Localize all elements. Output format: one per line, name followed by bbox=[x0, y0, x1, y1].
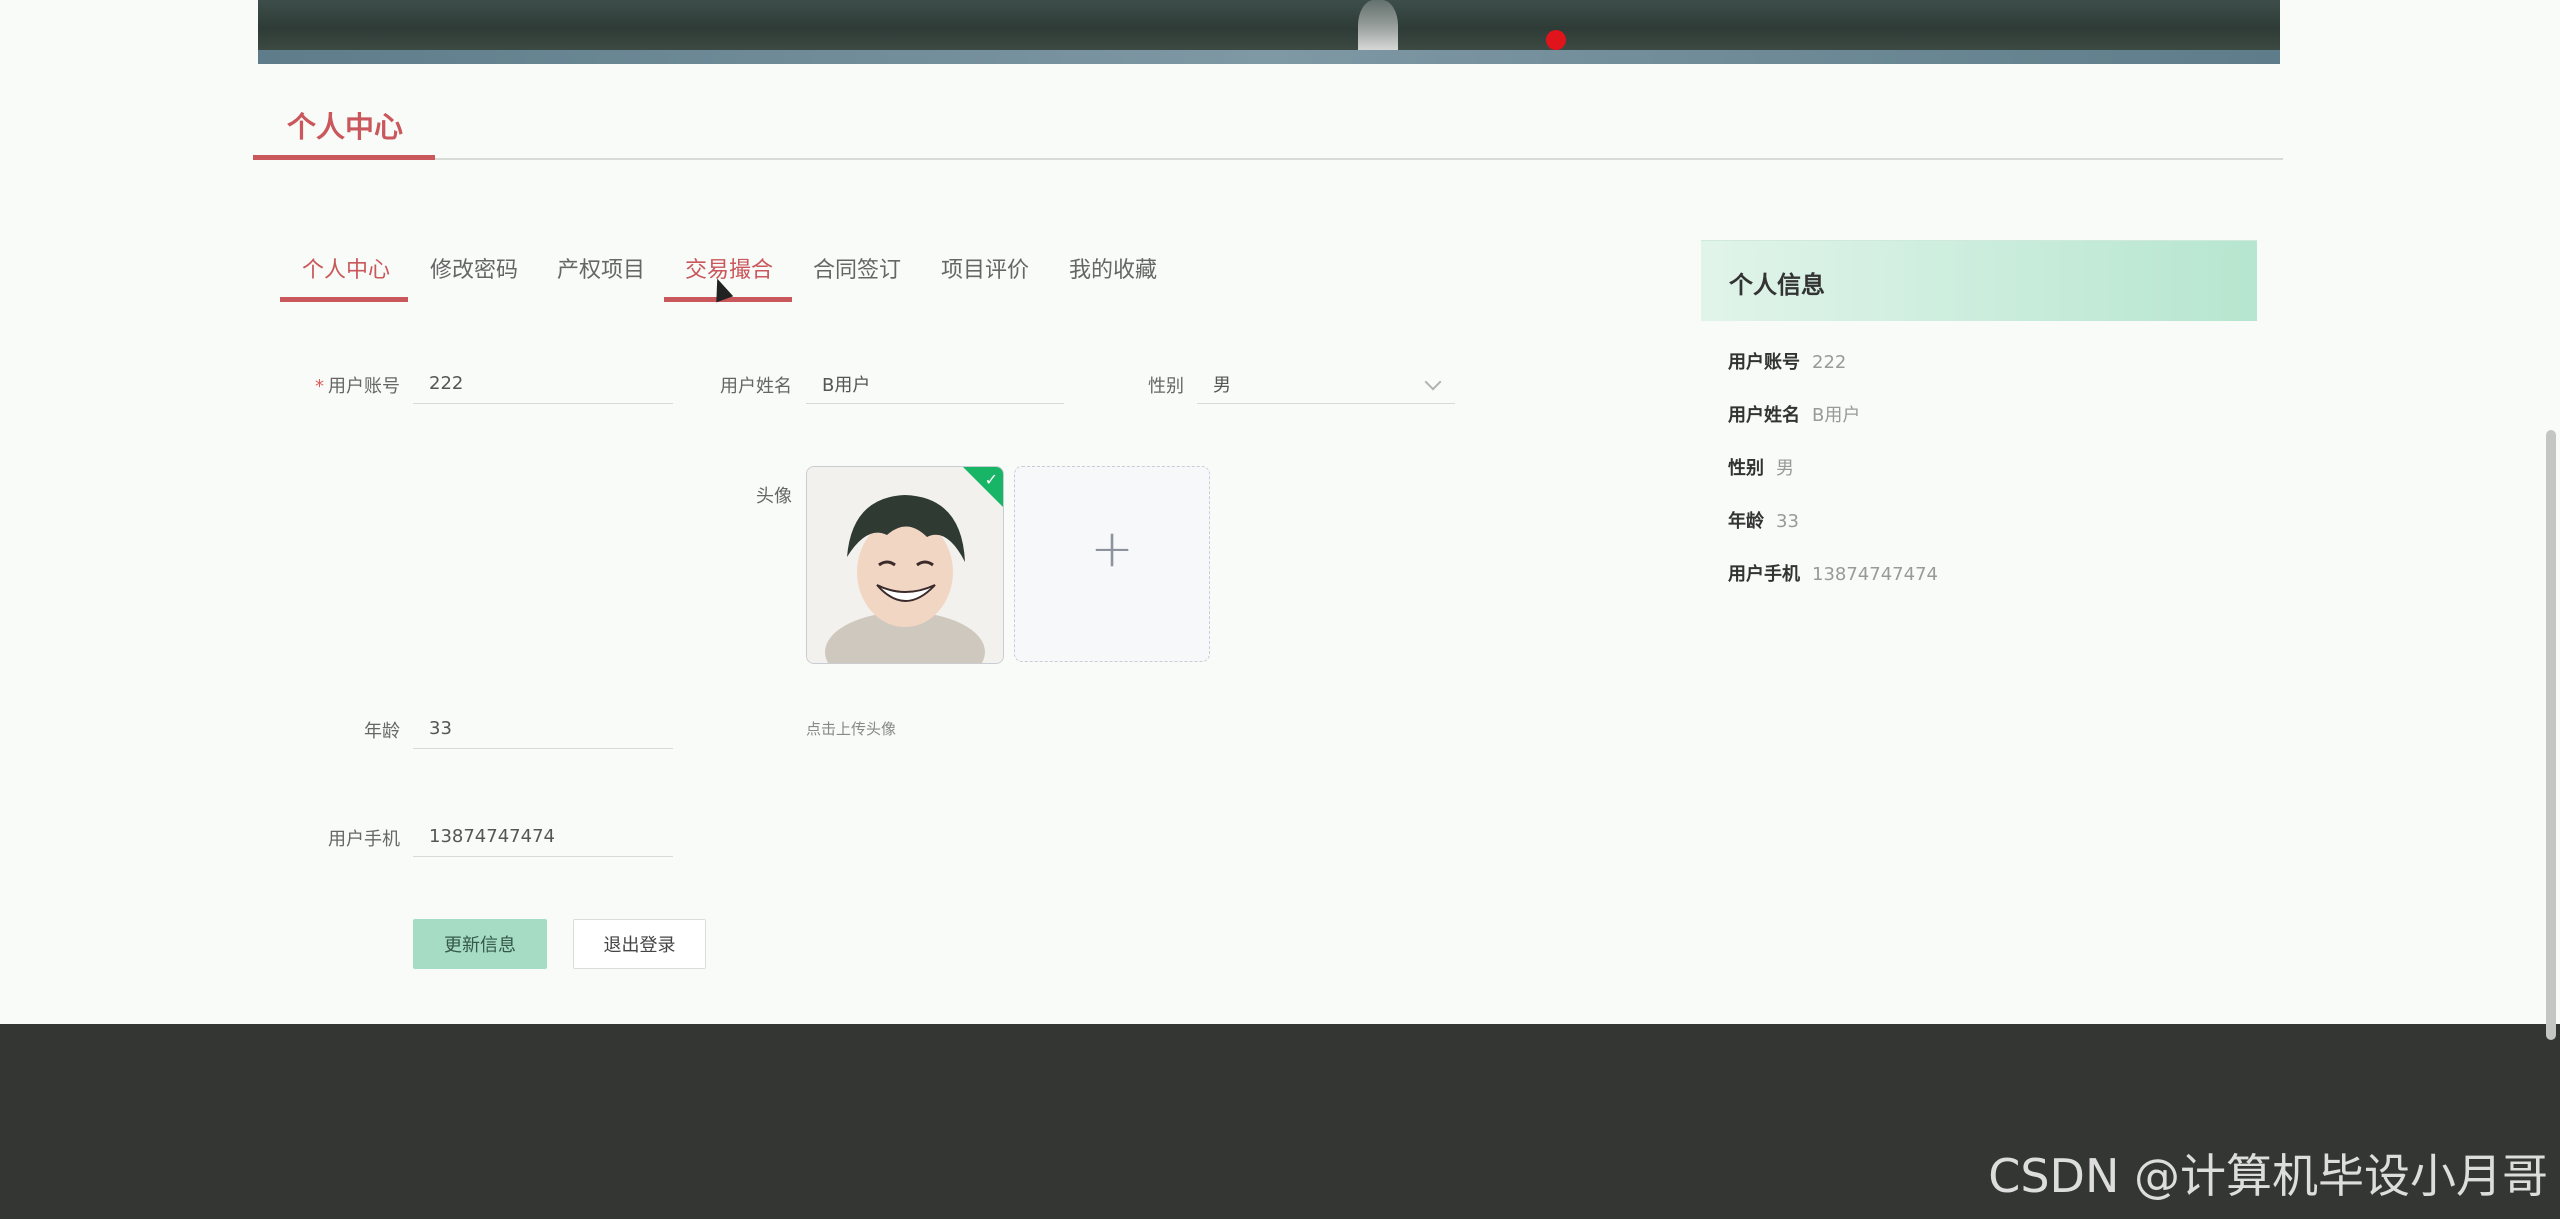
avatar-image[interactable]: ✓ bbox=[806, 466, 1004, 664]
avatar-upload-button[interactable]: + bbox=[1014, 466, 1210, 662]
tab-my-favorites[interactable]: 我的收藏 bbox=[1069, 252, 1157, 284]
tab-personal-center[interactable]: 个人中心 bbox=[302, 252, 390, 284]
title-divider bbox=[253, 158, 2283, 160]
tab-trade-matching[interactable]: 交易撮合 bbox=[685, 252, 773, 284]
info-row: 用户手机 13874747474 bbox=[1728, 564, 1938, 585]
active-tab-indicator bbox=[280, 297, 408, 302]
phone-label: 用户手机 bbox=[328, 829, 400, 850]
banner-image bbox=[258, 0, 2280, 64]
account-field[interactable]: 222 bbox=[413, 364, 673, 404]
avatar-label: 头像 bbox=[756, 486, 792, 507]
scrollbar-thumb[interactable] bbox=[2546, 430, 2556, 1040]
tab-contract-signing[interactable]: 合同签订 bbox=[813, 252, 901, 284]
tab-project-evaluation[interactable]: 项目评价 bbox=[941, 252, 1029, 284]
tab-property-projects[interactable]: 产权项目 bbox=[557, 252, 645, 284]
avatar-upload-hint: 点击上传头像 bbox=[806, 720, 897, 738]
title-underline bbox=[253, 155, 435, 160]
plus-icon: + bbox=[1090, 519, 1134, 579]
page-title: 个人中心 bbox=[287, 110, 404, 144]
info-panel-header: 个人信息 bbox=[1701, 240, 2257, 321]
carousel-indicator[interactable] bbox=[1546, 30, 1566, 50]
phone-field[interactable]: 13874747474 bbox=[413, 817, 673, 857]
info-row: 年龄 33 bbox=[1728, 511, 1799, 532]
water-graphic bbox=[258, 50, 2280, 64]
name-label: 用户姓名 bbox=[720, 376, 792, 397]
tab-change-password[interactable]: 修改密码 bbox=[430, 252, 518, 284]
gender-select[interactable]: 男 bbox=[1197, 364, 1455, 404]
watermark-text: CSDN @计算机毕设小月哥 bbox=[1988, 1149, 2548, 1203]
info-row: 性别男 bbox=[1728, 458, 1794, 479]
gender-label: 性别 bbox=[1148, 376, 1184, 397]
info-row: 用户账号 222 bbox=[1728, 352, 1847, 373]
chevron-down-icon bbox=[1424, 373, 1442, 391]
logout-button[interactable]: 退出登录 bbox=[573, 919, 706, 969]
check-icon: ✓ bbox=[984, 470, 998, 489]
info-panel-title: 个人信息 bbox=[1729, 271, 1825, 299]
info-row: 用户姓名 B用户 bbox=[1728, 405, 1861, 426]
name-field[interactable]: B用户 bbox=[806, 364, 1064, 404]
age-label: 年龄 bbox=[364, 721, 400, 742]
age-field[interactable]: 33 bbox=[413, 709, 673, 749]
account-label: * 用户账号 bbox=[315, 376, 400, 397]
update-info-button[interactable]: 更新信息 bbox=[413, 919, 547, 969]
